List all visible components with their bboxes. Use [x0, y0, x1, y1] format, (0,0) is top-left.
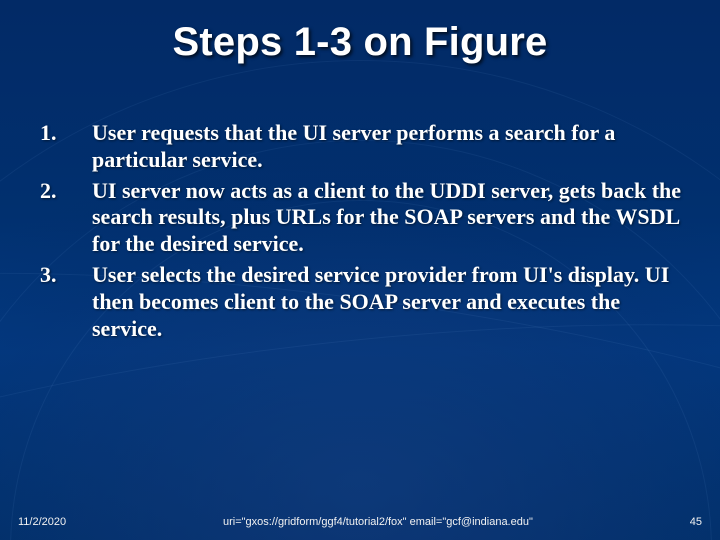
- footer-date: 11/2/2020: [18, 516, 66, 528]
- slide: Steps 1-3 on Figure 1. User requests tha…: [0, 0, 720, 540]
- item-text: User selects the desired service provide…: [92, 262, 684, 342]
- footer-page-number: 45: [690, 516, 702, 528]
- item-text: User requests that the UI server perform…: [92, 120, 684, 174]
- slide-title: Steps 1-3 on Figure: [0, 20, 720, 65]
- steps-list: 1. User requests that the UI server perf…: [40, 120, 684, 347]
- item-number: 2.: [40, 178, 92, 205]
- slide-footer: 11/2/2020 uri="gxos://gridform/ggf4/tuto…: [18, 516, 702, 528]
- list-item: 3. User selects the desired service prov…: [40, 262, 684, 342]
- list-item: 2. UI server now acts as a client to the…: [40, 178, 684, 258]
- item-number: 1.: [40, 120, 92, 147]
- item-number: 3.: [40, 262, 92, 289]
- footer-center: uri="gxos://gridform/ggf4/tutorial2/fox"…: [66, 516, 690, 528]
- item-text: UI server now acts as a client to the UD…: [92, 178, 684, 258]
- list-item: 1. User requests that the UI server perf…: [40, 120, 684, 174]
